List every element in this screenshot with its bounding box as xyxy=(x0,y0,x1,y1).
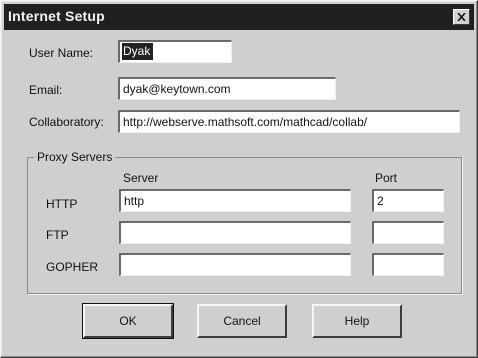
ftp-server-field[interactable] xyxy=(119,221,351,244)
ok-button[interactable]: OK xyxy=(82,303,174,339)
ftp-port-field[interactable] xyxy=(372,221,444,244)
http-server-field[interactable] xyxy=(119,189,351,212)
close-button[interactable] xyxy=(453,9,470,25)
user-name-label: User Name: xyxy=(29,46,94,60)
collaboratory-field[interactable] xyxy=(118,110,460,133)
http-port-field[interactable] xyxy=(372,189,444,212)
title-bar[interactable]: Internet Setup xyxy=(4,4,474,30)
cancel-button[interactable]: Cancel xyxy=(197,304,287,338)
user-name-value: Dyak xyxy=(122,43,153,60)
close-icon xyxy=(457,13,466,21)
collaboratory-label: Collaboratory: xyxy=(29,115,104,129)
help-button[interactable]: Help xyxy=(312,304,402,338)
email-label: Email: xyxy=(29,83,63,97)
proxy-row-label-ftp: FTP xyxy=(46,228,69,242)
internet-setup-dialog: Internet Setup User Name: Dyak Email: Co… xyxy=(0,0,478,358)
gopher-port-field[interactable] xyxy=(372,253,444,276)
gopher-server-field[interactable] xyxy=(119,253,351,276)
proxy-row-label-gopher: GOPHER xyxy=(46,260,99,274)
proxy-row-label-http: HTTP xyxy=(46,197,78,211)
user-name-field[interactable]: Dyak xyxy=(118,40,232,63)
email-field[interactable] xyxy=(118,77,336,100)
proxy-servers-title: Proxy Servers xyxy=(34,150,116,164)
port-column-header: Port xyxy=(375,171,398,185)
window-title: Internet Setup xyxy=(8,8,105,24)
server-column-header: Server xyxy=(123,171,159,185)
